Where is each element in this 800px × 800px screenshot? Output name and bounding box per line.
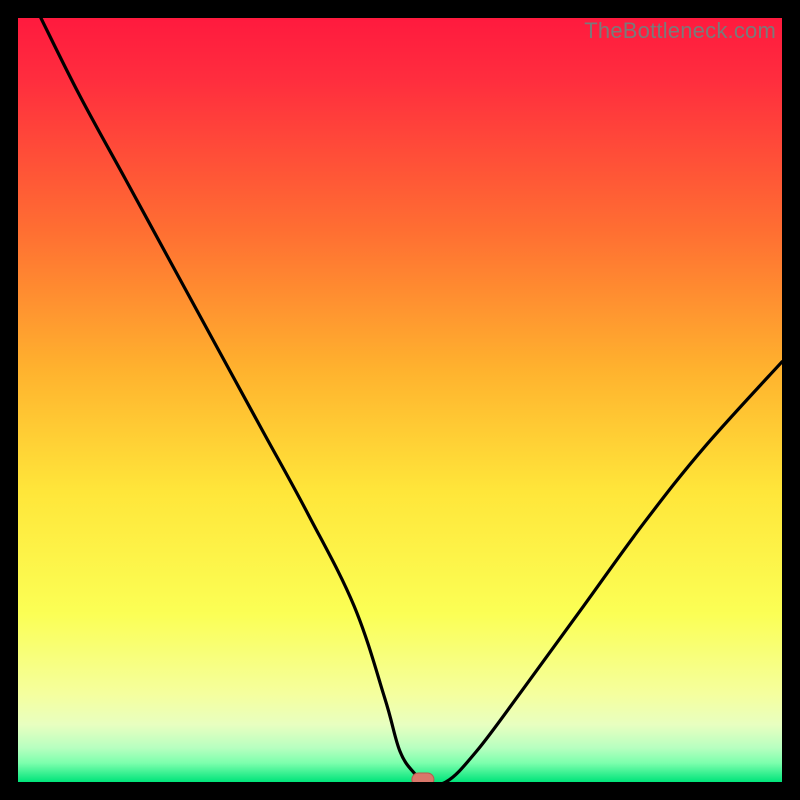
optimal-marker [412, 773, 434, 782]
bottleneck-chart [18, 18, 782, 782]
watermark-text: TheBottleneck.com [584, 18, 776, 44]
gradient-background [18, 18, 782, 782]
chart-frame: TheBottleneck.com [18, 18, 782, 782]
